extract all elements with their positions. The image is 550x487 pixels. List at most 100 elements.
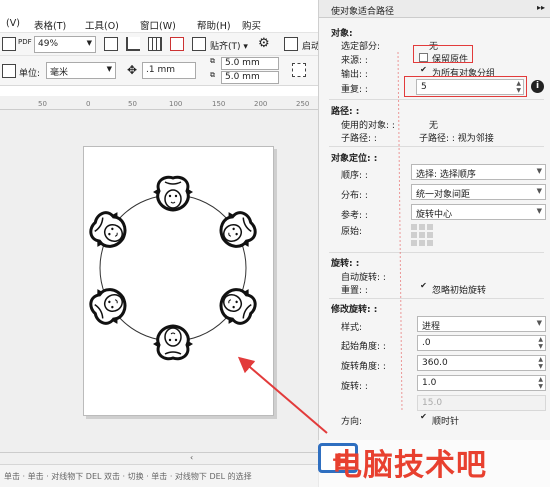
unit-label: 单位: [19, 69, 41, 79]
gear-icon[interactable]: ⚙ [258, 36, 270, 51]
menu-window[interactable]: 窗口(W) [140, 18, 176, 32]
disabled-spinner: 15.0 [417, 395, 546, 411]
dup-y-input[interactable]: 5.0 mm [221, 71, 279, 84]
divider [329, 146, 544, 147]
clockwise-checkbox[interactable]: ✔ [419, 413, 428, 422]
rotate-spinner[interactable]: 1.0 ▲ ▼ [417, 375, 546, 391]
menu-table[interactable]: 表格(T) [34, 18, 66, 32]
launch-icon[interactable] [284, 37, 298, 51]
menu-tools[interactable]: 工具(O) [85, 18, 119, 32]
rotate-angle-label: 旋转角度: : [341, 362, 386, 372]
style-label: 样式: [341, 323, 363, 333]
rotate-label: 旋转: : [341, 382, 368, 392]
divider [329, 99, 544, 100]
menu-buy[interactable]: 购买 [242, 18, 261, 32]
ruler-tick: 150 [212, 100, 226, 108]
distribution-select[interactable]: 统一对象间距 ▼ [411, 184, 546, 200]
spin-arrows-icon[interactable]: ▲ ▼ [538, 356, 543, 370]
nudge-input[interactable]: .1 mm [142, 62, 196, 79]
info-icon[interactable]: i [531, 80, 544, 93]
ignore-initial-label[interactable]: 忽略初始旋转 [432, 283, 486, 296]
order-label: 顺序: : [341, 171, 368, 181]
used-object-value: 无 [429, 121, 439, 131]
sheep-top[interactable] [151, 175, 195, 212]
style-value: 进程 [422, 322, 441, 332]
rotate-value: 1.0 [422, 378, 437, 388]
unit-value: 毫米 [50, 68, 69, 78]
grid-icon[interactable] [148, 37, 162, 51]
modify-rotation-heading: 修改旋转: : [331, 305, 378, 315]
spin-arrows-icon[interactable]: ▲ ▼ [538, 336, 543, 350]
treat-as-filled-icon[interactable] [292, 63, 306, 77]
chevron-down-icon: ▼ [536, 187, 542, 195]
status-text: 单击 · 单击 · 对线物下 DEL 双击 · 切换 · 单击 · 对线物下 D… [4, 472, 252, 481]
direction-label: 方向: [341, 417, 363, 427]
standard-toolbar: PDF 49% ▼ 贴齐(T) ▾ ⚙ 启动 [0, 33, 325, 56]
divider [329, 252, 544, 253]
origin-grid-icon[interactable] [411, 222, 435, 246]
ignore-initial-checkbox[interactable]: ✔ [419, 282, 428, 291]
selected-part-label: 选定部分: [341, 42, 381, 52]
full-screen-icon[interactable] [104, 37, 118, 51]
chevron-down-icon: ▼ [106, 65, 112, 73]
page-icon[interactable] [2, 64, 16, 78]
ruler-tick: 250 [296, 100, 310, 108]
auto-rotate-label: 自动旋转: : [341, 273, 386, 283]
menu-view[interactable]: (V) [6, 18, 20, 29]
chevron-down-icon: ▼ [536, 319, 542, 327]
group-checkbox[interactable]: ✔ [419, 66, 428, 75]
nudge-icon: ✥ [127, 63, 138, 77]
ruler-tick: 200 [254, 100, 268, 108]
style-select[interactable]: 进程 ▼ [417, 316, 546, 332]
dup-x-input[interactable]: 5.0 mm [221, 57, 279, 70]
rotate-angle-spinner[interactable]: 360.0 ▲ ▼ [417, 355, 546, 371]
annotation-box-keep-original [413, 45, 473, 63]
used-object-label: 使用的对象: : [341, 121, 395, 131]
reset-label: 重置: : [341, 286, 368, 296]
collapse-icon[interactable]: ▸▸ [537, 3, 545, 12]
subpath-label: 子路径: : [341, 134, 377, 144]
artwork [83, 175, 263, 361]
fit-to-path-docker: 使对象适合路径 ▸▸ 对象: 选定部分: 无 来源: : 保留原件 输出: : … [318, 0, 550, 487]
print-icon[interactable] [2, 37, 16, 51]
zoom-select[interactable]: 49% ▼ [34, 36, 96, 53]
distribution-value: 统一对象间距 [416, 190, 471, 200]
menu-help[interactable]: 帮助(H) [197, 18, 231, 32]
chevron-down-icon: ▼ [86, 39, 92, 47]
pdf-icon[interactable]: PDF [18, 38, 32, 46]
repeat-label: 重复: : [341, 85, 368, 95]
horizontal-scrollbar[interactable]: ‹ [0, 452, 318, 464]
ruler-tick: 0 [86, 100, 91, 108]
docker-title-bar: 使对象适合路径 ▸▸ [319, 0, 550, 18]
rotation-heading: 旋转: : [331, 259, 360, 269]
divider [329, 298, 544, 299]
path-heading: 路径: : [331, 107, 360, 117]
menu-bar: (V) 表格(T) 工具(O) 窗口(W) 帮助(H) 购买 [0, 0, 325, 33]
reference-select[interactable]: 旋转中心 ▼ [411, 204, 546, 220]
output-label: 输出: : [341, 70, 368, 80]
start-angle-spinner[interactable]: .0 ▲ ▼ [417, 335, 546, 351]
zoom-value: 49% [38, 39, 59, 49]
snap-to-menu[interactable]: 贴齐(T) ▾ [210, 39, 248, 52]
start-angle-value: .0 [422, 338, 431, 348]
reference-label: 参考: : [341, 211, 368, 221]
object-heading: 对象: [331, 29, 353, 39]
order-select[interactable]: 选择: 选择顺序 ▼ [411, 164, 546, 180]
circle-path[interactable] [99, 194, 247, 342]
scroll-left-icon[interactable]: ‹ [190, 453, 193, 462]
rulers-icon[interactable] [126, 37, 140, 51]
reference-value: 旋转中心 [416, 210, 453, 220]
dup-x-value: 5.0 mm [225, 58, 260, 68]
sheep-bottom[interactable] [151, 324, 195, 361]
drawing-canvas[interactable] [0, 110, 318, 452]
start-angle-label: 起始角度: : [341, 342, 386, 352]
guidelines-icon[interactable] [170, 37, 184, 51]
spin-arrows-icon[interactable]: ▲ ▼ [538, 376, 543, 390]
origin-label: 原始: [341, 227, 363, 237]
clockwise-label[interactable]: 顺时针 [432, 414, 459, 427]
annotation-box-repeat [404, 76, 527, 97]
dup-y-icon: ⧉ [210, 71, 215, 79]
unit-select[interactable]: 毫米 ▼ [46, 62, 116, 79]
distribution-label: 分布: : [341, 191, 368, 201]
snap-icon[interactable] [192, 37, 206, 51]
